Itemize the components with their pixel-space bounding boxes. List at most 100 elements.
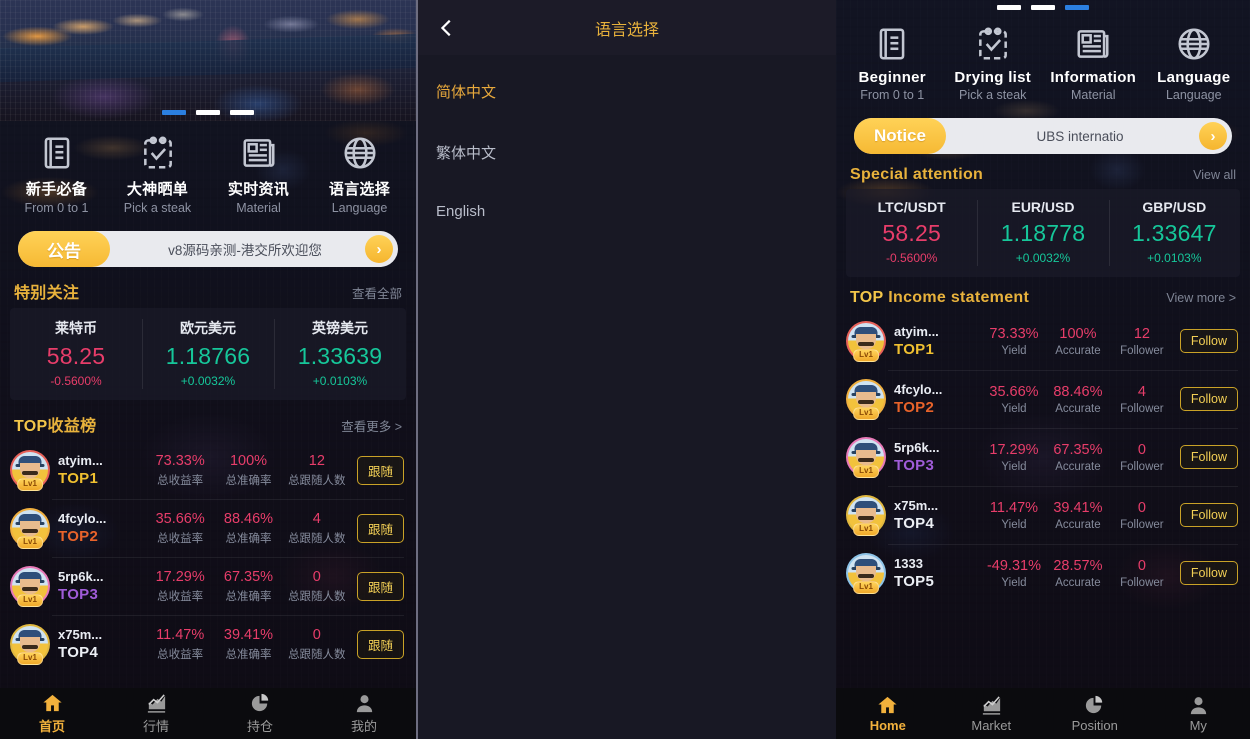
table-row[interactable]: Lv1 x75m... TOP4 11.47% Yield 39.41% Acc… <box>836 486 1250 544</box>
rank-yield-label: Yield <box>1001 460 1027 473</box>
carousel-dot-2[interactable] <box>1031 5 1055 10</box>
section-title-top: TOP <box>850 289 884 306</box>
rank-yield: 17.29% 总收益率 <box>146 569 214 604</box>
view-more-link[interactable]: View more > <box>1166 291 1236 305</box>
language-option-english[interactable]: English <box>418 183 836 240</box>
follow-button[interactable]: 跟随 <box>356 571 404 601</box>
carousel-dots-strip[interactable] <box>836 0 1250 12</box>
table-row[interactable]: Lv1 5rp6k... TOP3 17.29% Yield 67.35% Ac… <box>836 428 1250 486</box>
tab-home[interactable]: 首页 <box>0 692 104 735</box>
rank-identity: x75m... TOP4 <box>894 498 982 532</box>
shortcut-sub: Material <box>1071 88 1116 102</box>
quote-card[interactable]: 英镑美元 1.33639 +0.0103% <box>274 308 406 400</box>
quote-card[interactable]: 欧元美元 1.18766 +0.0032% <box>142 308 274 400</box>
table-row[interactable]: Lv1 5rp6k... TOP3 17.29% 总收益率 67.35% 总准确… <box>0 557 416 615</box>
tab-my[interactable]: 我的 <box>312 692 416 735</box>
book-icon <box>842 22 943 66</box>
table-row[interactable]: Lv1 atyim... TOP1 73.33% 总收益率 100% 总准确率 <box>0 441 416 499</box>
section-title: TOP收益榜 <box>14 412 96 436</box>
notice-bar[interactable]: 公告 v8源码亲测-港交所欢迎您 › <box>18 231 398 267</box>
carousel-dot-1[interactable] <box>997 5 1021 10</box>
carousel-dot-3[interactable] <box>1065 5 1089 10</box>
rank-follower-value: 4 <box>1137 383 1146 400</box>
tab-label: My <box>1189 718 1207 733</box>
rank-accurate-value: 88.46% <box>223 510 274 527</box>
follow-button[interactable]: Follow <box>1179 387 1238 411</box>
rank-identity: 4fcylo... TOP2 <box>58 511 146 545</box>
table-row[interactable]: Lv1 4fcylo... TOP2 35.66% 总收益率 88.46% 总准… <box>0 499 416 557</box>
rank-follower: 4 总跟随人数 <box>283 511 351 546</box>
follow-button[interactable]: 跟随 <box>356 629 404 659</box>
table-row[interactable]: Lv1 1333 TOP5 -49.31% Yield 28.57% Accur… <box>836 544 1250 602</box>
tab-position[interactable]: Position <box>1043 694 1147 733</box>
view-all-link[interactable]: View all <box>1193 168 1236 182</box>
carousel-dot-1[interactable] <box>162 110 186 115</box>
shortcut-drying-list[interactable]: 大神晒单 Pick a steak <box>107 131 208 215</box>
rank-badge: TOP2 <box>894 399 935 416</box>
tab-my[interactable]: My <box>1147 694 1250 733</box>
quote-card[interactable]: GBP/USD 1.33647 +0.0103% <box>1108 189 1240 277</box>
shortcut-drying-list[interactable]: Drying list Pick a steak <box>943 22 1044 102</box>
quote-card[interactable]: LTC/USDT 58.25 -0.5600% <box>846 189 977 277</box>
view-all-link[interactable]: 查看全部 <box>352 283 402 302</box>
avatar: Lv1 <box>10 450 50 491</box>
table-row[interactable]: Lv1 x75m... TOP4 11.47% 总收益率 39.41% 总准确率 <box>0 615 416 673</box>
hero-carousel[interactable] <box>0 0 416 121</box>
right-content: Beginner From 0 to 1 Drying list Pick a … <box>836 12 1250 688</box>
follow-button[interactable]: Follow <box>1179 561 1238 585</box>
special-attention-header: 特别关注 查看全部 <box>0 267 416 308</box>
rank-accurate: 100% Accurate <box>1046 326 1110 357</box>
notice-arrow-icon[interactable]: › <box>365 235 393 263</box>
shortcut-sub: Material <box>236 201 281 215</box>
rank-yield-value: 17.29% <box>989 441 1039 458</box>
carousel-dot-2[interactable] <box>196 110 220 115</box>
notice-arrow-icon[interactable]: › <box>1199 122 1227 150</box>
shortcut-information[interactable]: 实时资讯 Material <box>208 131 309 215</box>
shortcut-title: Beginner <box>858 69 926 86</box>
tab-market[interactable]: Market <box>940 694 1044 733</box>
shortcut-language[interactable]: Language Language <box>1144 22 1245 102</box>
tab-home[interactable]: Home <box>836 694 940 733</box>
rank-identity: atyim... TOP1 <box>58 453 146 487</box>
carousel-dots[interactable] <box>0 110 416 115</box>
view-more-link[interactable]: 查看更多 > <box>341 416 402 435</box>
rank-badge: TOP4 <box>894 515 935 532</box>
follow-button[interactable]: Follow <box>1179 445 1238 469</box>
rank-yield: 73.33% Yield <box>982 326 1046 357</box>
tab-market[interactable]: 行情 <box>104 692 208 735</box>
rank-accurate: 88.46% Accurate <box>1046 384 1110 415</box>
back-button[interactable] <box>436 17 458 39</box>
follow-button[interactable]: 跟随 <box>356 455 404 485</box>
section-title-rest: Income statement <box>888 289 1030 306</box>
follow-button[interactable]: Follow <box>1179 329 1238 353</box>
notice-bar[interactable]: Notice UBS internatio › <box>854 118 1232 154</box>
rank-yield-label: Yield <box>1001 576 1027 589</box>
shortcut-beginner[interactable]: Beginner From 0 to 1 <box>842 22 943 102</box>
follow-button[interactable]: 跟随 <box>356 513 404 543</box>
language-option-simplified-chinese[interactable]: 简体中文 <box>418 61 836 122</box>
table-row[interactable]: Lv1 4fcylo... TOP2 35.66% Yield 88.46% A… <box>836 370 1250 428</box>
rank-accurate-value: 28.57% <box>1053 557 1103 574</box>
quote-card[interactable]: EUR/USD 1.18778 +0.0032% <box>977 189 1108 277</box>
shortcut-information[interactable]: Information Material <box>1043 22 1144 102</box>
table-row[interactable]: Lv1 atyim... TOP1 73.33% Yield 100% Accu… <box>836 312 1250 370</box>
notice-text: v8源码亲测-港交所欢迎您 <box>168 243 322 258</box>
shortcut-beginner[interactable]: 新手必备 From 0 to 1 <box>6 131 107 215</box>
shortcut-language[interactable]: 语言选择 Language <box>309 131 410 215</box>
checklist-icon <box>943 22 1044 66</box>
rank-username: 5rp6k... <box>894 440 940 455</box>
carousel-dot-3[interactable] <box>230 110 254 115</box>
follow-button[interactable]: Follow <box>1179 503 1238 527</box>
rank-follower-value: 12 <box>1133 325 1150 342</box>
quote-card[interactable]: 莱特币 58.25 -0.5600% <box>10 308 142 400</box>
rank-yield-label: Yield <box>1001 402 1027 415</box>
quote-price: 1.33647 <box>1132 220 1217 246</box>
tab-label: Position <box>1071 718 1118 733</box>
tab-position[interactable]: 持仓 <box>208 692 312 735</box>
rank-yield-label: 总收益率 <box>157 474 204 487</box>
shortcut-sub: Language <box>1165 88 1222 102</box>
quote-name: LTC/USDT <box>877 199 946 215</box>
language-option-traditional-chinese[interactable]: 繁体中文 <box>418 122 836 183</box>
quote-change: +0.0103% <box>312 374 368 388</box>
rank-badge: TOP2 <box>58 528 99 545</box>
